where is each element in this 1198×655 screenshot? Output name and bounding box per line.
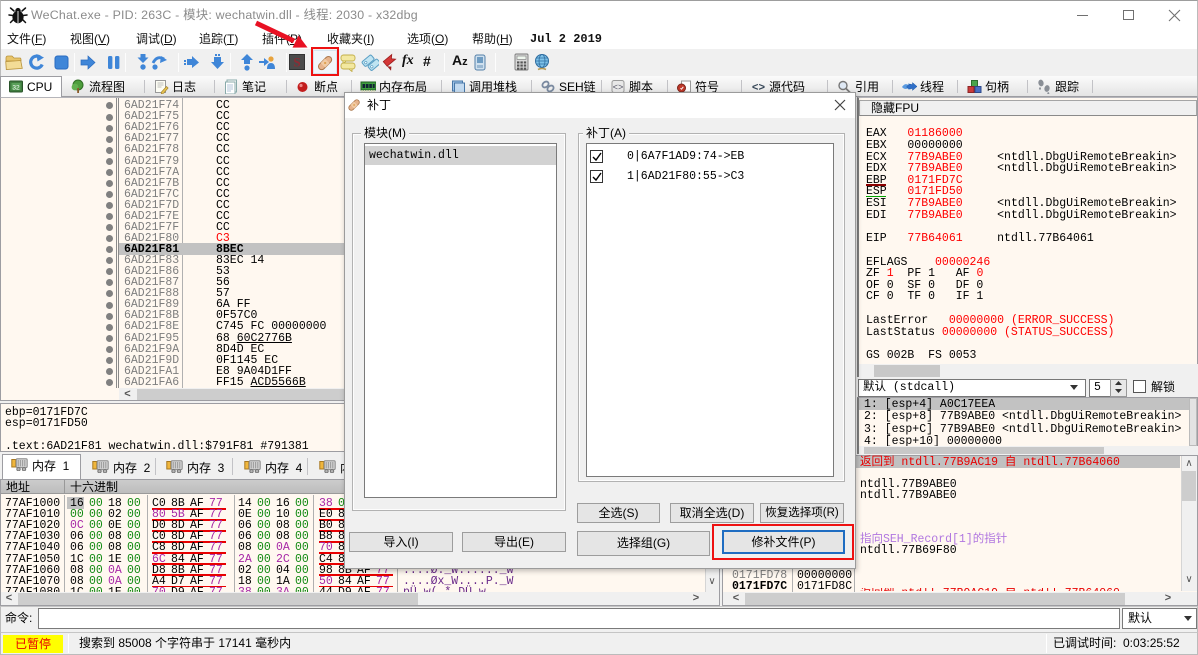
svg-text:32: 32 [12,85,20,92]
svg-text:S: S [293,55,300,70]
